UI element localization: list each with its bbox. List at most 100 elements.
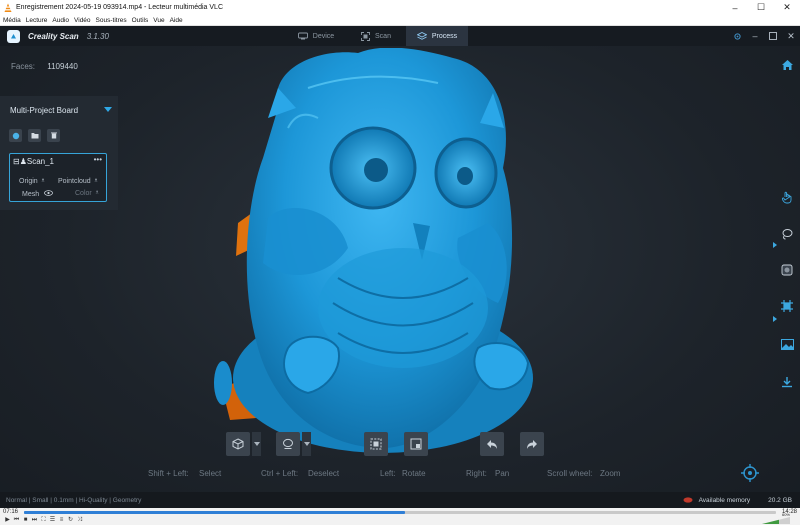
add-project-button[interactable] <box>9 129 22 142</box>
pointcloud-row[interactable]: Pointcloud ᵜ <box>58 178 97 185</box>
volume-slider[interactable]: 60% <box>762 512 790 524</box>
download-export-icon[interactable] <box>779 374 795 390</box>
scan-title: ⊟♟Scan_1 <box>13 157 54 166</box>
menu-aide[interactable]: Aide <box>170 17 183 24</box>
menu-video[interactable]: Vidéo <box>74 17 91 24</box>
panel-tools <box>0 129 118 142</box>
more-options-icon[interactable]: ••• <box>94 155 102 164</box>
render-mode-dropdown[interactable] <box>302 432 311 456</box>
scan-item-card[interactable]: ⊟♟Scan_1 ••• Origin ᵜ Pointcloud ᵜ Mesh … <box>9 153 107 202</box>
color-label: Color <box>75 190 92 197</box>
eye-closed-icon[interactable]: ᵜ <box>42 178 45 185</box>
play-icon[interactable]: ▶ <box>3 517 12 524</box>
hint-select: Select <box>199 469 222 478</box>
app-name: Creality Scan <box>28 31 79 41</box>
redo-button[interactable] <box>520 432 544 456</box>
vlc-title-bar: Enregistrement 2024-05-19 093914.mp4 - L… <box>0 0 800 15</box>
faces-value: 1109440 <box>47 62 78 71</box>
folder-icon <box>31 133 38 139</box>
menu-lecture[interactable]: Lecture <box>26 17 48 24</box>
creality-app: Creality Scan 3.1.30 Device Scan Process <box>0 26 800 508</box>
previous-icon[interactable]: ⏮ <box>12 517 21 524</box>
creality-logo-icon <box>7 29 20 43</box>
redo-group <box>520 432 544 456</box>
expand-tick-icon[interactable] <box>773 242 777 248</box>
tab-scan[interactable]: Scan <box>346 26 406 46</box>
menu-media[interactable]: Média <box>3 17 21 24</box>
view-cube-button[interactable] <box>226 432 250 456</box>
reset-view-target-icon[interactable] <box>740 463 760 483</box>
lasso-icon[interactable] <box>779 226 795 242</box>
mesh-row[interactable]: Mesh <box>22 190 53 198</box>
loop-icon[interactable]: ↻ <box>66 517 75 524</box>
hint-pan: Pan <box>495 469 510 478</box>
panel-header[interactable]: Multi-Project Board <box>0 96 118 124</box>
collapse-box-icon[interactable]: ⊟ <box>13 157 20 166</box>
tab-process[interactable]: Process <box>406 26 468 46</box>
menu-audio[interactable]: Audio <box>52 17 69 24</box>
view-mode-group <box>226 432 261 456</box>
origin-row[interactable]: Origin ᵜ <box>19 178 44 185</box>
select-all-button[interactable] <box>364 432 388 456</box>
collapse-caret-icon[interactable] <box>104 107 112 112</box>
screen: Enregistrement 2024-05-19 093914.mp4 - L… <box>0 0 800 525</box>
eye-closed-icon[interactable]: ᵜ <box>96 190 99 197</box>
open-folder-button[interactable] <box>28 129 41 142</box>
redo-icon <box>527 440 537 449</box>
app-maximize-button[interactable] <box>764 26 782 46</box>
hint-left: Left: <box>380 469 396 478</box>
delete-button[interactable] <box>47 129 60 142</box>
menu-vue[interactable]: Vue <box>153 17 164 24</box>
vlc-window-title: Enregistrement 2024-05-19 093914.mp4 - L… <box>16 4 224 11</box>
color-row[interactable]: Color ᵜ <box>75 190 98 197</box>
app-close-button[interactable]: ✕ <box>782 26 800 46</box>
mesh-label: Mesh <box>22 191 40 198</box>
hand-touch-icon[interactable] <box>779 189 795 205</box>
pointcloud-label: Pointcloud <box>58 178 91 185</box>
undo-icon <box>487 440 497 449</box>
fullscreen-icon[interactable]: ⛶ <box>39 517 48 524</box>
maximize-button[interactable]: ☐ <box>748 0 774 15</box>
panel-title: Multi-Project Board <box>10 105 79 115</box>
extended-settings-icon[interactable]: ☰ <box>48 517 57 524</box>
tab-device[interactable]: Device <box>286 26 346 46</box>
eye-closed-icon[interactable]: ᵜ <box>95 178 98 185</box>
bust-icon <box>283 438 293 449</box>
render-mode-group <box>276 432 311 456</box>
hint-right: Right: <box>466 469 487 478</box>
owl-3d-model[interactable] <box>208 48 553 463</box>
app-minimize-button[interactable]: – <box>746 26 764 46</box>
random-icon[interactable]: ⤨ <box>75 517 84 524</box>
undo-group <box>480 432 504 456</box>
memory-label: Available memory <box>698 496 751 504</box>
globe-icon <box>12 132 19 139</box>
home-icon[interactable] <box>779 57 795 73</box>
next-icon[interactable]: ⏭ <box>30 517 39 524</box>
image-texture-icon[interactable] <box>779 336 795 352</box>
person-icon: ♟ <box>19 157 27 166</box>
texture-icon[interactable] <box>779 262 795 278</box>
minimize-button[interactable]: – <box>722 0 748 15</box>
render-mode-button[interactable] <box>276 432 300 456</box>
mesh-grid-icon[interactable] <box>779 298 795 314</box>
settings-gear-icon[interactable] <box>728 26 746 46</box>
playlist-icon[interactable]: ≡ <box>57 517 66 524</box>
time-elapsed: 07:16 <box>3 509 19 515</box>
hint-rotate: Rotate <box>402 469 426 478</box>
hint-deselect: Deselect <box>308 469 340 478</box>
menu-outils[interactable]: Outils <box>132 17 149 24</box>
mouse-hints: Shift + Left: Select Ctrl + Left: Desele… <box>0 469 800 481</box>
invert-selection-button[interactable] <box>404 432 428 456</box>
seek-progress <box>24 511 405 514</box>
undo-button[interactable] <box>480 432 504 456</box>
close-button[interactable]: ✕ <box>774 0 800 15</box>
stop-icon[interactable]: ■ <box>21 517 30 524</box>
expand-tick-icon[interactable] <box>773 316 777 322</box>
scan-name: Scan_1 <box>26 157 55 166</box>
seek-bar[interactable] <box>24 511 776 514</box>
view-mode-dropdown[interactable] <box>252 432 261 456</box>
menu-sous-titres[interactable]: Sous-titres <box>96 17 127 24</box>
layers-icon <box>416 31 427 40</box>
eye-open-icon[interactable] <box>44 190 53 196</box>
hint-ctrl-left: Ctrl + Left: <box>261 469 299 478</box>
